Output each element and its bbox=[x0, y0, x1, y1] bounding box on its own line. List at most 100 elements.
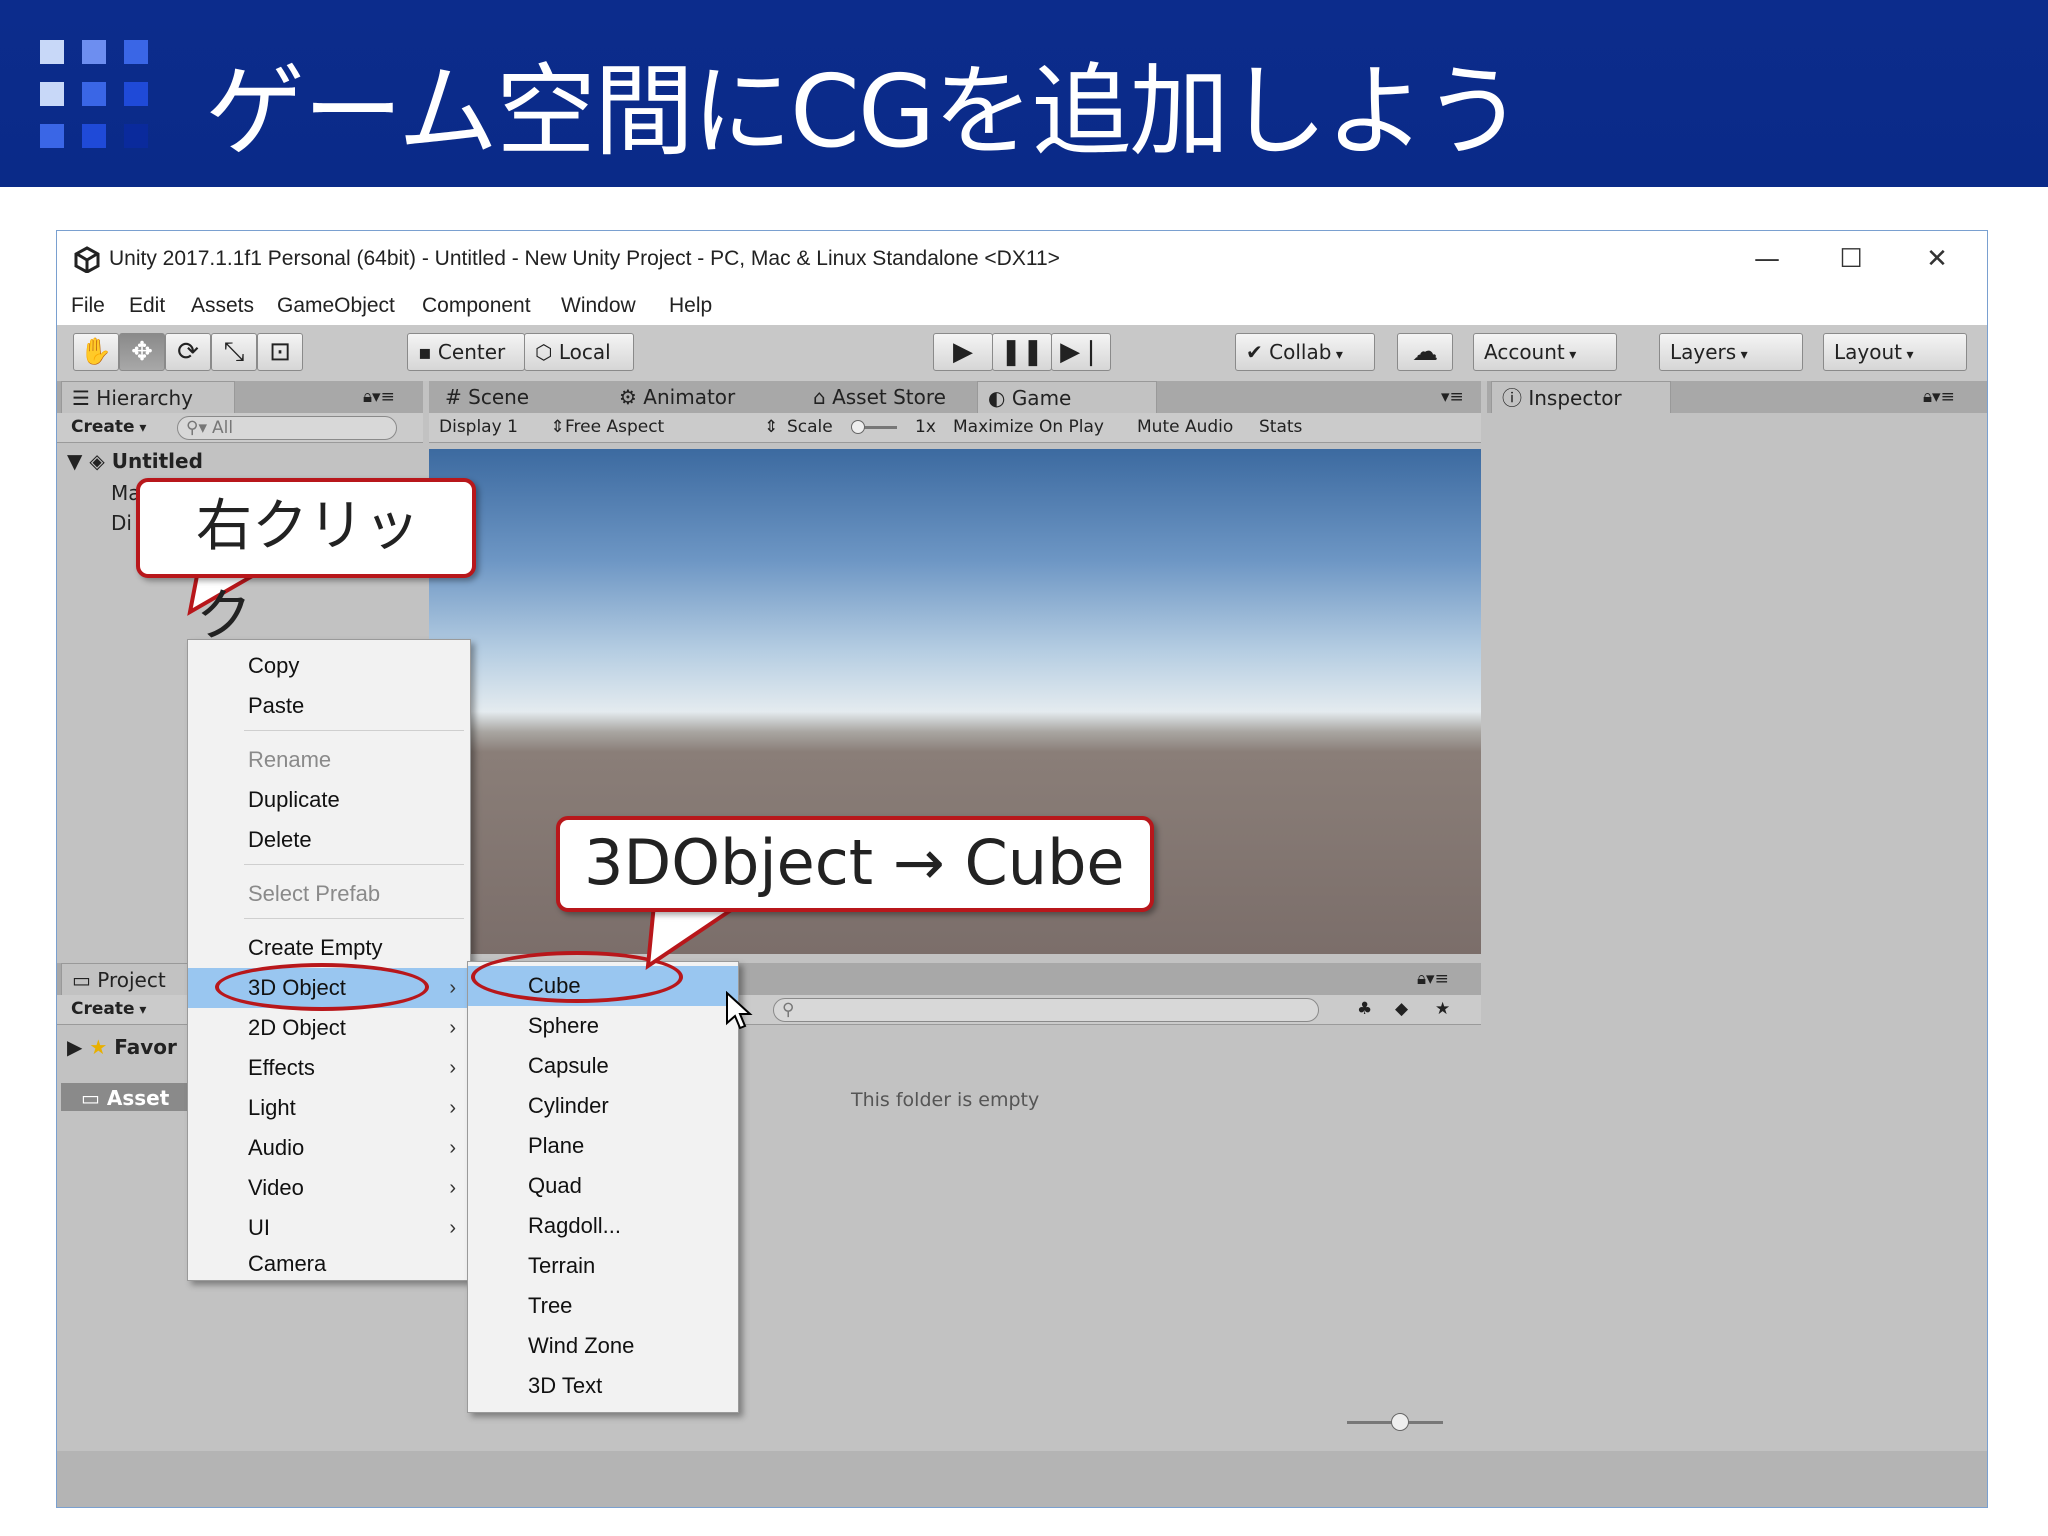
filter-label-icon[interactable]: ◆ bbox=[1395, 999, 1408, 1019]
tab-scene-label: Scene bbox=[468, 385, 530, 409]
menu-edit[interactable]: Edit bbox=[129, 294, 165, 318]
callout-right-click: 右クリック bbox=[136, 478, 476, 649]
hierarchy-search-input[interactable]: ⚲▾ All bbox=[177, 416, 397, 440]
maximize-on-play-toggle[interactable]: Maximize On Play bbox=[953, 417, 1104, 437]
menu-camera[interactable]: Camera bbox=[188, 1248, 470, 1280]
tab-hierarchy[interactable]: ☰ Hierarchy bbox=[61, 381, 235, 413]
favorites-row[interactable]: ▶ ★ Favor bbox=[67, 1035, 177, 1059]
filter-type-icon[interactable]: ♣ bbox=[1357, 999, 1372, 1019]
expand-arrow-icon: ▼ bbox=[67, 449, 83, 473]
project-search-input[interactable]: ⚲ bbox=[773, 998, 1319, 1022]
display-dropdown[interactable]: Display 1 ⇕ bbox=[439, 417, 565, 437]
pivot-local-button[interactable]: ⬡ Local bbox=[524, 333, 634, 371]
cloud-icon[interactable]: ☁ bbox=[1397, 333, 1453, 371]
hierarchy-create-button[interactable]: Create bbox=[71, 417, 146, 437]
tab-inspector[interactable]: ⓘ Inspector bbox=[1491, 381, 1671, 413]
submenu-3d-text[interactable]: 3D Text bbox=[468, 1366, 738, 1406]
tab-animator[interactable]: ⚙ Animator bbox=[609, 381, 735, 413]
lock-icon[interactable]: 🔒︎▾≡ bbox=[363, 387, 395, 407]
menu-delete[interactable]: Delete bbox=[188, 820, 470, 860]
menu-audio[interactable]: Audio › bbox=[188, 1128, 470, 1168]
zoom-slider-knob[interactable] bbox=[1391, 1413, 1409, 1431]
layout-dropdown[interactable]: Layout bbox=[1823, 333, 1967, 371]
menu-select-prefab[interactable]: Select Prefab bbox=[188, 874, 470, 914]
scale-slider-knob[interactable] bbox=[851, 420, 865, 434]
rotate-tool-icon[interactable]: ⟳ bbox=[165, 333, 211, 371]
display-label: Display 1 bbox=[439, 417, 518, 437]
menu-assets[interactable]: Assets bbox=[191, 294, 254, 318]
menu-rename[interactable]: Rename bbox=[188, 740, 470, 780]
submenu-3d-object: Cube Sphere Capsule Cylinder Plane Quad … bbox=[467, 961, 739, 1413]
project-create-button[interactable]: Create bbox=[71, 999, 146, 1019]
submenu-plane[interactable]: Plane bbox=[468, 1126, 738, 1166]
menu-video-label: Video bbox=[248, 1175, 304, 1200]
submenu-cylinder[interactable]: Cylinder bbox=[468, 1086, 738, 1126]
slide-title: ゲーム空間にCGを追加しよう bbox=[205, 53, 1523, 170]
menu-2d-object[interactable]: 2D Object › bbox=[188, 1008, 470, 1048]
scale-value: 1x bbox=[915, 417, 936, 437]
hierarchy-item-directional-light[interactable]: Di bbox=[111, 511, 132, 535]
close-button[interactable]: ✕ bbox=[1917, 241, 1957, 277]
assets-row[interactable]: ▭ Asset bbox=[61, 1083, 201, 1111]
mute-audio-toggle[interactable]: Mute Audio bbox=[1137, 417, 1233, 437]
scale-label: Scale bbox=[787, 417, 833, 437]
pivot-center-button[interactable]: ▪ Center bbox=[407, 333, 525, 371]
menu-gameobject[interactable]: GameObject bbox=[277, 294, 395, 318]
submenu-wind-zone[interactable]: Wind Zone bbox=[468, 1326, 738, 1366]
tab-project[interactable]: ▭ Project bbox=[61, 963, 189, 995]
search-placeholder: All bbox=[212, 418, 234, 438]
panel-menu-icon[interactable]: ▾≡ bbox=[1441, 387, 1464, 407]
menu-video[interactable]: Video › bbox=[188, 1168, 470, 1208]
unity-logo-icon bbox=[74, 246, 100, 273]
tab-asset-store[interactable]: ⌂ Asset Store bbox=[803, 381, 946, 413]
submenu-sphere[interactable]: Sphere bbox=[468, 1006, 738, 1046]
aspect-dropdown[interactable]: Free Aspect bbox=[565, 417, 664, 437]
menu-effects[interactable]: Effects › bbox=[188, 1048, 470, 1088]
layers-dropdown[interactable]: Layers bbox=[1659, 333, 1803, 371]
menu-ui[interactable]: UI › bbox=[188, 1208, 470, 1248]
favorite-star-icon[interactable]: ★ bbox=[1435, 999, 1450, 1019]
submenu-ragdoll[interactable]: Ragdoll... bbox=[468, 1206, 738, 1246]
assets-text: Asset bbox=[106, 1086, 170, 1110]
collab-dropdown[interactable]: ✔ Collab bbox=[1235, 333, 1375, 371]
menu-duplicate[interactable]: Duplicate bbox=[188, 780, 470, 820]
stats-toggle[interactable]: Stats bbox=[1259, 417, 1302, 437]
menu-window[interactable]: Window bbox=[561, 294, 636, 318]
pause-button[interactable]: ❚❚ bbox=[992, 333, 1052, 371]
menu-help[interactable]: Help bbox=[669, 294, 712, 318]
hierarchy-tab-label: Hierarchy bbox=[96, 386, 193, 410]
layout-label: Layout bbox=[1834, 340, 1902, 364]
menu-light[interactable]: Light › bbox=[188, 1088, 470, 1128]
inspector-lock-icon[interactable]: 🔒︎▾≡ bbox=[1923, 387, 1955, 407]
minimize-button[interactable]: — bbox=[1747, 241, 1787, 277]
tab-scene[interactable]: # Scene bbox=[435, 381, 529, 413]
tab-game-label: Game bbox=[1011, 386, 1072, 410]
submenu-terrain[interactable]: Terrain bbox=[468, 1246, 738, 1286]
play-button[interactable]: ▶ bbox=[933, 333, 993, 371]
slide-banner: ゲーム空間にCGを追加しよう bbox=[0, 0, 2048, 187]
menu-paste[interactable]: Paste bbox=[188, 686, 470, 726]
logo-grid-icon bbox=[40, 40, 148, 148]
menu-component[interactable]: Component bbox=[422, 294, 531, 318]
account-dropdown[interactable]: Account bbox=[1473, 333, 1617, 371]
hand-tool-icon[interactable]: ✋ bbox=[73, 333, 119, 371]
submenu-capsule[interactable]: Capsule bbox=[468, 1046, 738, 1086]
submenu-quad[interactable]: Quad bbox=[468, 1166, 738, 1206]
move-tool-icon[interactable]: ✥ bbox=[119, 333, 165, 371]
project-tab-label: Project bbox=[97, 968, 166, 992]
menu-file[interactable]: File bbox=[71, 294, 105, 318]
project-lock-icon[interactable]: 🔒︎▾≡ bbox=[1417, 969, 1449, 989]
rect-tool-icon[interactable]: ⊡ bbox=[257, 333, 303, 371]
tab-game[interactable]: ◐ Game bbox=[977, 381, 1157, 413]
status-bar bbox=[57, 1451, 1987, 1507]
hierarchy-tabrow: ☰ Hierarchy 🔒︎▾≡ bbox=[57, 381, 423, 413]
step-button[interactable]: ▶❘ bbox=[1051, 333, 1111, 371]
context-menu: Copy Paste Rename Duplicate Delete Selec… bbox=[187, 639, 471, 1281]
submenu-tree[interactable]: Tree bbox=[468, 1286, 738, 1326]
hierarchy-scene-row[interactable]: ▼ ◈ Untitled bbox=[67, 449, 203, 473]
scale-tool-icon[interactable]: ⤡ bbox=[211, 333, 257, 371]
local-label: Local bbox=[558, 340, 611, 364]
layers-label: Layers bbox=[1670, 340, 1737, 364]
menu-create-empty[interactable]: Create Empty bbox=[188, 928, 470, 968]
maximize-button[interactable]: ☐ bbox=[1831, 241, 1871, 277]
